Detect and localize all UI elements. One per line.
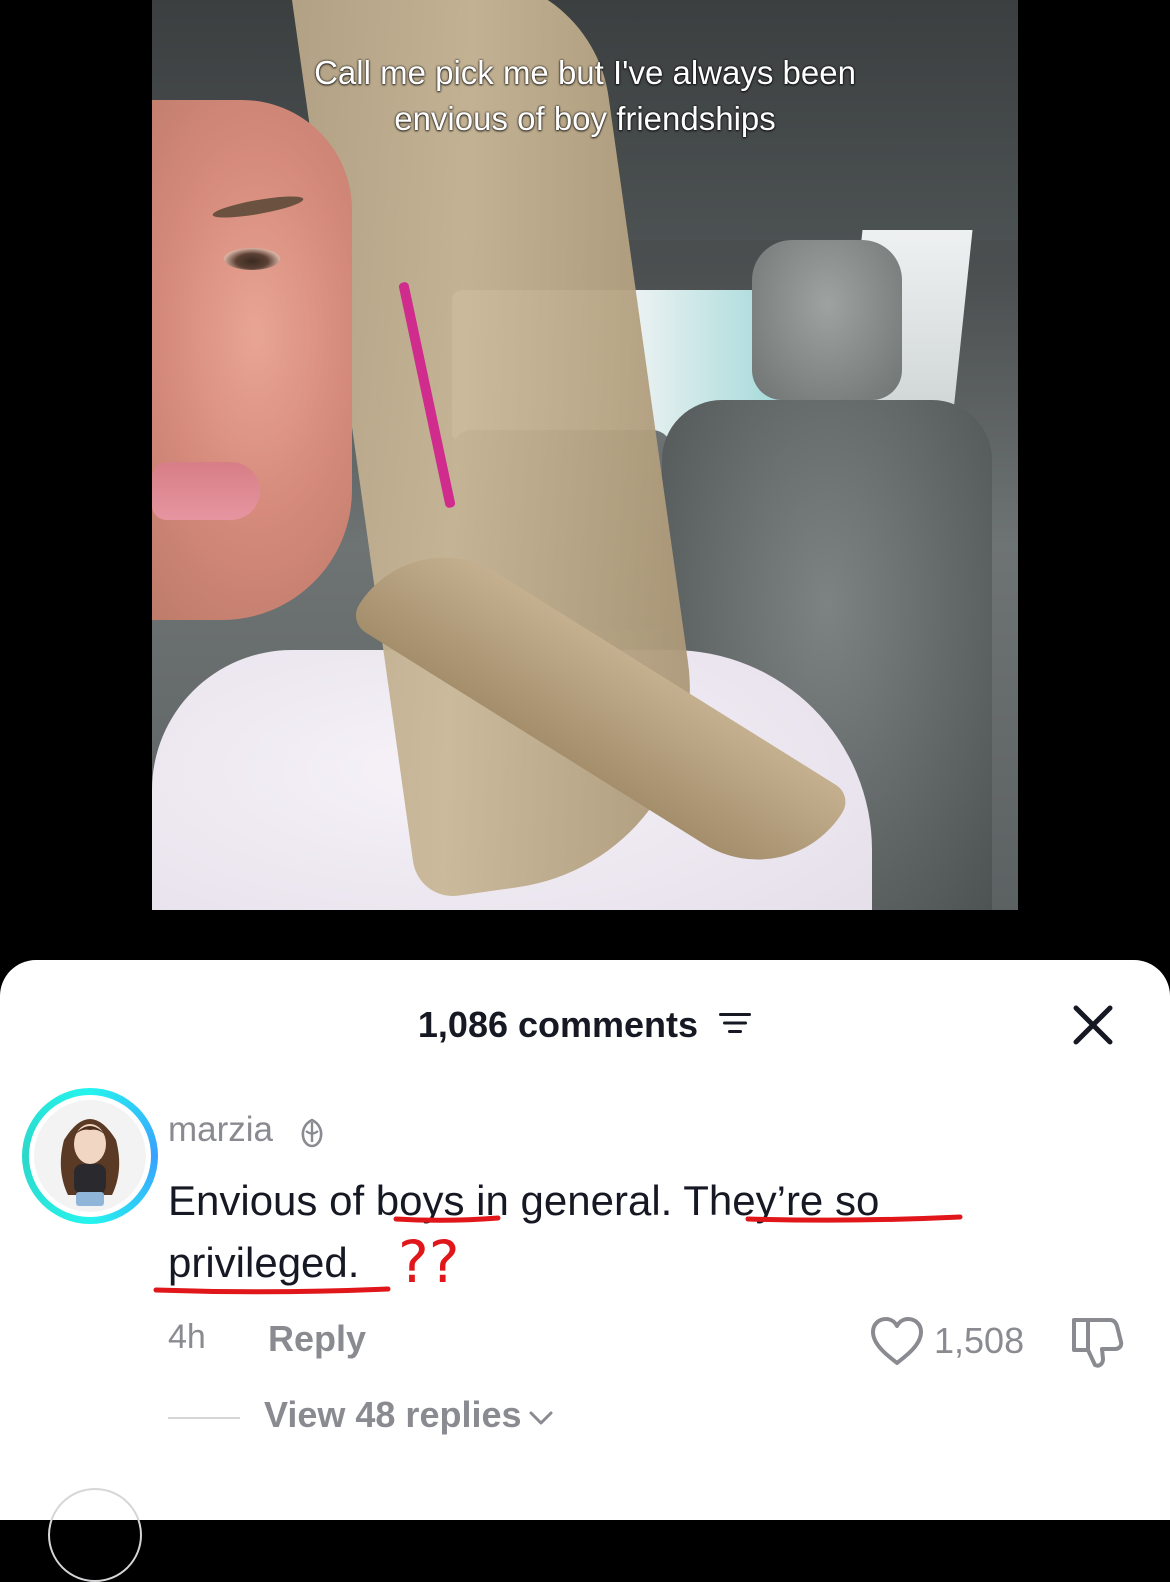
comment-username[interactable]: marzia <box>168 1110 273 1150</box>
comments-header: 1,086 comments <box>0 1004 1170 1046</box>
comment-text-boys: boys <box>375 1177 465 1224</box>
replies-divider <box>168 1417 240 1419</box>
badge-icon <box>298 1116 326 1153</box>
view-replies-label: View 48 replies <box>264 1394 522 1435</box>
close-icon <box>1073 1005 1113 1045</box>
video-frame <box>224 248 280 270</box>
comments-sheet: 1,086 comments marzia Envious of boys in… <box>0 960 1170 1582</box>
thumbs-down-icon <box>1072 1318 1124 1368</box>
chevron-down-icon <box>528 1394 554 1436</box>
next-comment-avatar[interactable] <box>48 1488 142 1582</box>
like-count: 1,508 <box>934 1320 1025 1361</box>
close-button[interactable] <box>1068 1000 1118 1050</box>
comment-text-segment: in general. <box>464 1177 684 1224</box>
comment-text-theyre: They’re so <box>683 1177 880 1224</box>
like-button[interactable] <box>868 1316 926 1368</box>
reply-button[interactable]: Reply <box>268 1318 366 1360</box>
avatar-image <box>34 1100 146 1212</box>
comment-body: Envious of boys in general. They’re so pr… <box>168 1170 1068 1294</box>
comment-text-privileged: privileged. <box>168 1239 360 1286</box>
dislike-button[interactable] <box>1068 1314 1126 1370</box>
video-frame <box>752 240 902 400</box>
comment-count: 1,086 comments <box>417 1004 699 1045</box>
video-frame <box>152 462 260 520</box>
avatar[interactable] <box>22 1088 158 1224</box>
video-frame <box>152 100 352 620</box>
video-caption: Call me pick me but I've always been env… <box>314 54 856 137</box>
view-replies-button[interactable]: View 48 replies <box>264 1394 554 1436</box>
heart-icon <box>871 1317 923 1365</box>
comment-text-segment: Envious of <box>168 1177 376 1224</box>
comment-time: 4h <box>168 1318 206 1356</box>
filter-icon[interactable] <box>718 1003 752 1045</box>
